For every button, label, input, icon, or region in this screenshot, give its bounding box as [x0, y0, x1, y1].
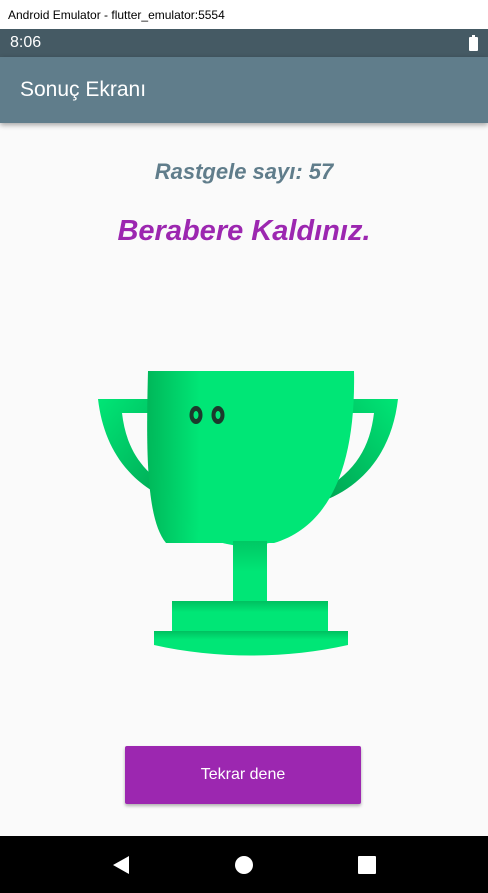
status-bar: 8:06 — [0, 29, 488, 57]
recents-icon[interactable] — [347, 845, 387, 885]
window-title: Android Emulator - flutter_emulator:5554 — [8, 7, 225, 22]
random-number-text: Rastgele sayı: 57 — [154, 159, 334, 184]
home-icon[interactable] — [224, 845, 264, 885]
trophy-icon — [96, 369, 400, 663]
result-text: Berabere Kaldınız. — [117, 215, 371, 247]
status-time: 8:06 — [10, 34, 42, 51]
app-bar-title: Sonuç Ekranı — [20, 78, 147, 101]
result-screen: Rastgele sayı: 57 Berabere Kaldınız. Tek… — [0, 123, 488, 836]
battery-icon — [469, 35, 478, 51]
retry-button[interactable]: Tekrar dene — [125, 746, 361, 804]
app-bar: Sonuç Ekranı — [0, 57, 488, 123]
navigation-bar — [0, 836, 488, 893]
back-icon[interactable] — [101, 845, 141, 885]
window-titlebar: Android Emulator - flutter_emulator:5554 — [0, 0, 488, 29]
